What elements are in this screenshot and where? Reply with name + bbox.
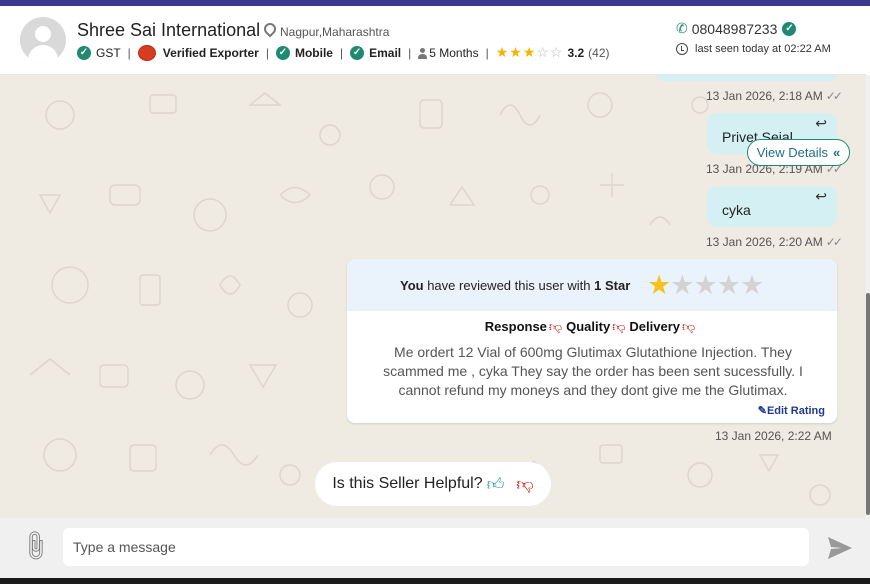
message-input[interactable] [63,528,809,566]
location-text: Nagpur,Maharashtra [280,25,390,39]
chat-area[interactable]: View Details « 13 Jan 2026, 2:18 AM ✓✓ Pri… [0,75,866,518]
review-timestamp: 13 Jan 2026, 2:22 AM [715,429,832,443]
last-seen: last seen today at 02:22 AM [676,43,831,55]
check-circle-icon: ✓ [350,45,365,60]
separator: | [265,45,269,60]
chat-header: Shree Sai International Nagpur,Maharasht… [0,6,866,75]
phone-icon: ✆ [676,20,688,36]
verified-exporter-icon [137,44,156,61]
star-empty-icon[interactable]: ★ [693,270,717,300]
seller-badges: ✓ GST | Verified Exporter | ✓ Mobile | ✓ Em… [77,44,610,61]
message-bubble[interactable]: cyka ↩ [707,186,837,227]
criteria-label: Quality [566,319,611,334]
star-empty-icon[interactable]: ★ [717,270,741,300]
review-text: Me ordert 12 Vial of 600mg Glutimax Glut… [383,344,803,398]
scrollbar-thumb[interactable] [866,293,870,515]
review-card: You have reviewed this user with 1 Star … [347,259,837,423]
thumbs-down-icon: 👎︎ [548,319,563,334]
double-check-icon: ✓✓ [825,235,843,249]
star-empty-icon[interactable]: ★ [670,270,694,300]
helpful-prompt: Is this Seller Helpful? 👍︎ 👎︎ [315,462,551,506]
thumbs-up-icon[interactable]: 👍︎ [487,474,505,495]
message-text: cyka [722,202,751,218]
chat-scrollbar[interactable] [866,75,870,518]
helpful-question: Is this Seller Helpful? [332,475,483,492]
rating-value: 3.2 [567,45,585,60]
view-details-button[interactable]: View Details « [747,139,850,166]
criteria-label: Delivery [629,319,680,334]
view-details-label: View Details [756,145,829,160]
message-input-bar: 📎︎ [0,518,870,578]
check-circle-icon: ✓ [782,21,797,36]
avatar[interactable] [20,17,66,63]
user-icon [418,47,428,59]
send-icon[interactable] [826,535,854,561]
criteria-label: Response [484,319,547,334]
double-check-icon: ✓✓ [825,89,843,103]
separator: | [408,45,412,60]
chevron-double-left-icon: « [833,145,841,160]
reply-icon[interactable]: ↩ [815,188,827,205]
edit-rating-link[interactable]: ✎Edit Rating [758,404,825,417]
message-timestamp: 13 Jan 2026, 2:18 AM ✓✓ [706,89,843,103]
thumbs-down-icon: 👎︎ [612,319,626,334]
check-circle-icon: ✓ [77,45,91,60]
separator: | [127,45,131,60]
star-filled-icon[interactable]: ★ [647,270,671,300]
reply-icon[interactable]: ↩ [815,115,827,132]
pencil-icon: ✎ [757,405,767,417]
thumbs-down-icon: 👎︎ [682,319,696,334]
email-badge: ✓ Email [350,45,401,60]
review-criteria: Response 👎︎ Quality 👎︎ Delivery 👎︎ [347,319,837,335]
location: Nagpur,Maharashtra [261,20,390,39]
review-stars: ★★★★★ [647,270,764,301]
separator: | [485,45,489,60]
rating-stars-icon: ★★★☆☆ [495,44,564,60]
company-name[interactable]: Shree Sai International [77,20,260,41]
check-circle-icon: ✓ [275,45,290,60]
seller-rating[interactable]: ★★★☆☆ 3.2 (42) [496,44,610,61]
separator: | [339,45,344,60]
clock-icon [676,43,688,55]
paperclip-icon[interactable]: 📎︎ [16,527,54,565]
location-pin-icon [261,20,279,38]
thumbs-down-icon[interactable]: 👎︎ [516,474,533,495]
gst-badge: ✓ GST [77,45,121,60]
star-empty-icon[interactable]: ★ [740,270,764,300]
bottom-border [0,578,870,584]
mobile-badge: ✓ Mobile [275,45,333,60]
review-header: You have reviewed this user with 1 Star … [347,259,837,311]
message-bubble-previous [656,75,836,81]
review-summary: You have reviewed this user with 1 Star [400,278,631,293]
phone-number[interactable]: ✆ 08048987233 ✓ [676,20,797,37]
message-timestamp: 13 Jan 2026, 2:20 AM ✓✓ [706,235,843,249]
rating-count: (42) [588,45,610,60]
membership-badge: 5 Months [418,46,479,60]
verified-exporter-badge: Verified Exporter [137,44,259,61]
